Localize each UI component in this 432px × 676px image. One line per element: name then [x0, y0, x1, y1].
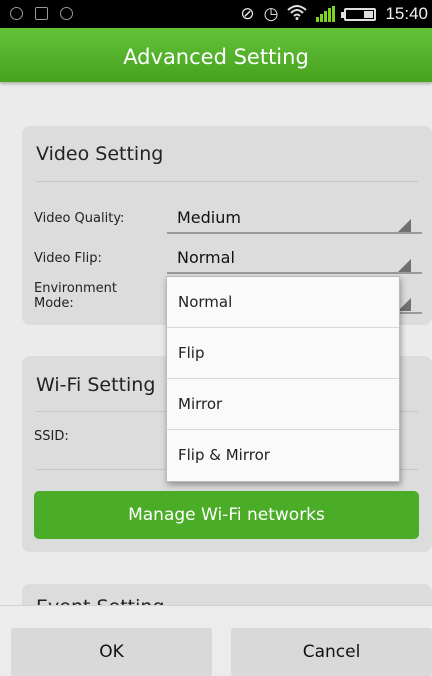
video-setting-title: Video Setting	[36, 143, 164, 165]
video-flip-dropdown: Normal Flip Mirror Flip & Mirror	[166, 276, 400, 482]
video-flip-value[interactable]: Normal	[177, 248, 235, 267]
video-quality-spinner[interactable]	[167, 232, 422, 234]
video-flip-label: Video Flip:	[34, 251, 102, 266]
spinner-arrow-icon	[398, 219, 411, 232]
dropdown-option-mirror[interactable]: Mirror	[167, 379, 399, 430]
alarm-icon: ◷	[263, 4, 279, 24]
dropdown-option-flip-mirror[interactable]: Flip & Mirror	[167, 430, 399, 481]
notification-icon	[10, 7, 23, 20]
wifi-icon	[287, 4, 308, 24]
video-quality-value[interactable]: Medium	[177, 208, 241, 227]
image-icon	[35, 7, 48, 20]
dropdown-option-normal[interactable]: Normal	[167, 277, 399, 328]
video-flip-spinner[interactable]	[167, 272, 422, 274]
dropdown-option-flip[interactable]: Flip	[167, 328, 399, 379]
signal-icon	[316, 6, 336, 22]
manage-wifi-button[interactable]: Manage Wi-Fi networks	[34, 491, 419, 539]
divider	[36, 181, 418, 182]
battery-icon	[341, 7, 377, 21]
wifi-setting-title: Wi-Fi Setting	[36, 374, 156, 396]
ssid-label: SSID:	[34, 429, 69, 444]
status-bar: ⊘ ◷ 15:40	[0, 0, 432, 28]
title-bar: Advanced Setting	[0, 28, 432, 82]
mute-icon: ⊘	[240, 4, 255, 24]
video-quality-label: Video Quality:	[34, 211, 125, 226]
cancel-button[interactable]: Cancel	[231, 628, 432, 676]
environment-mode-label: Environment Mode:	[34, 281, 118, 311]
notification-icon	[60, 7, 73, 20]
status-time: 15:40	[385, 4, 428, 23]
bottom-action-bar: OK Cancel	[0, 605, 432, 676]
page-title: Advanced Setting	[123, 45, 309, 69]
ok-button[interactable]: OK	[11, 628, 212, 676]
spinner-arrow-icon	[398, 259, 411, 272]
